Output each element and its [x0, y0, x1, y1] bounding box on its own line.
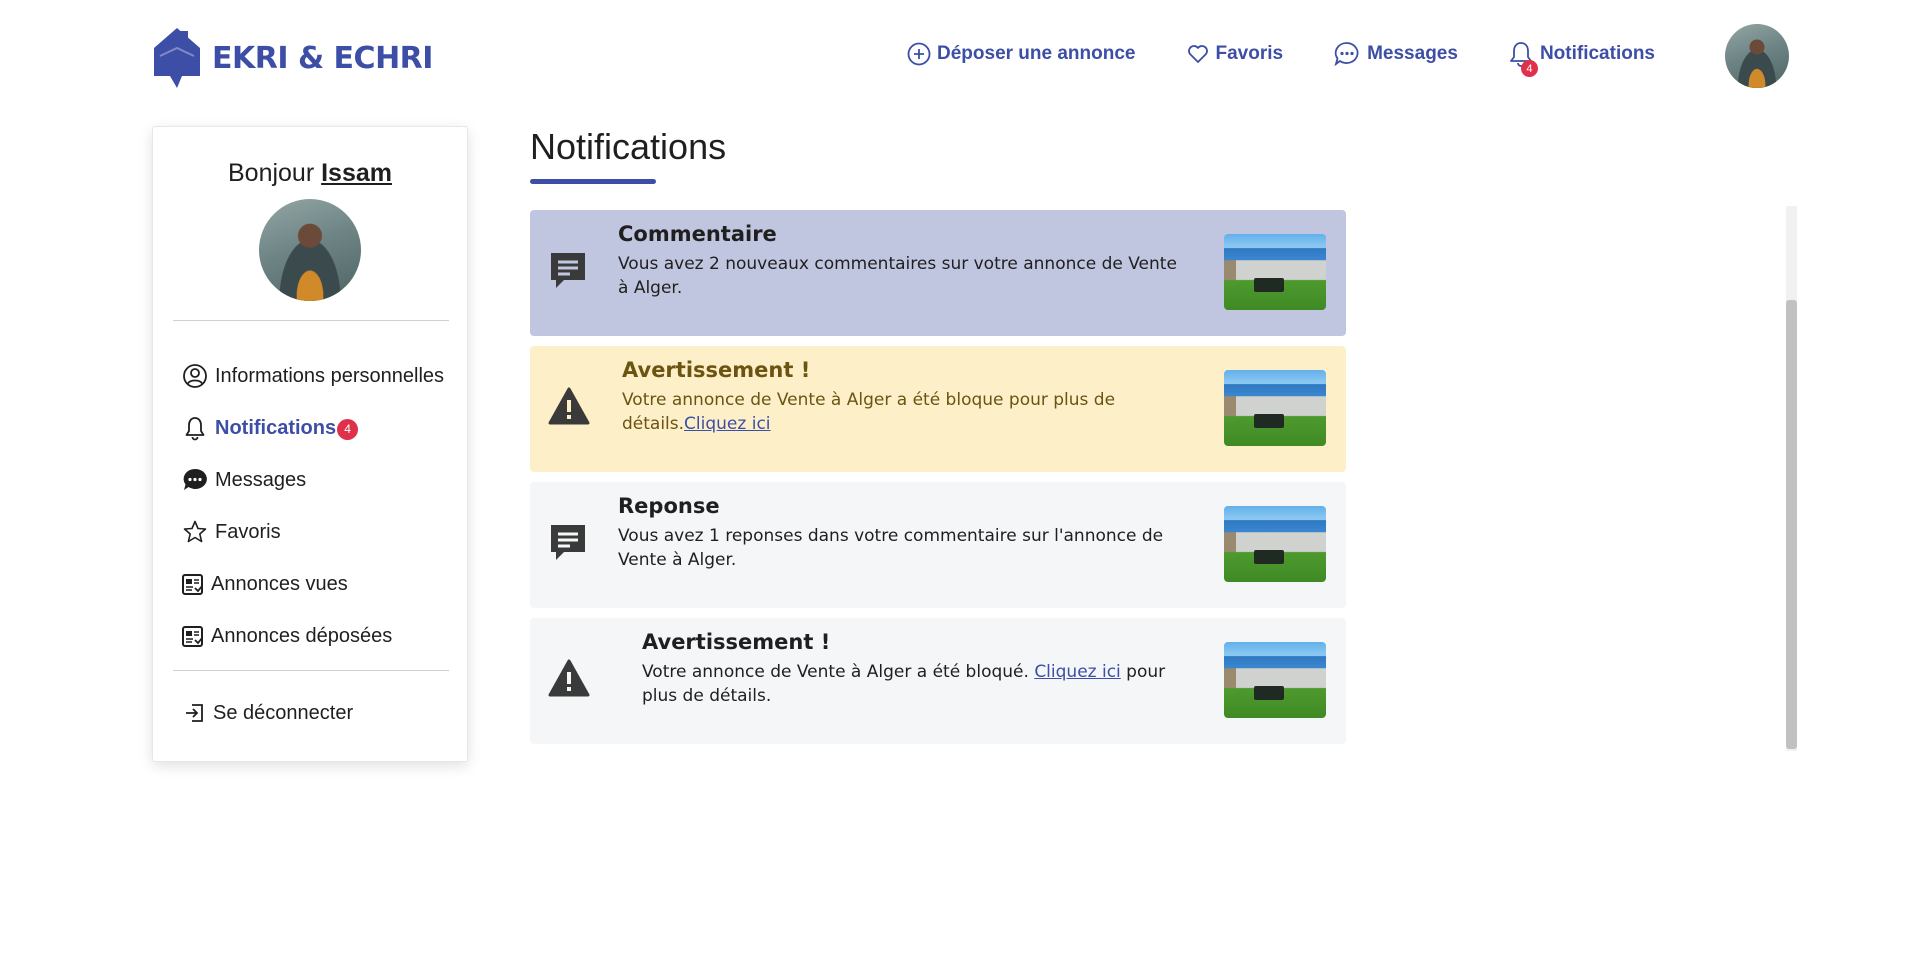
chat-bubble-icon [183, 468, 207, 490]
sidebar-item-label: Messages [215, 468, 307, 491]
notification-content: Avertissement ! Votre annonce de Vente à… [622, 358, 1182, 436]
scrollbar-thumb[interactable] [1786, 300, 1797, 749]
sidebar-item-posted-ads[interactable]: Annonces déposées [181, 610, 444, 662]
sidebar-divider [173, 670, 449, 671]
notification-card[interactable]: Commentaire Vous avez 2 nouveaux comment… [530, 210, 1346, 336]
sidebar-item-label: Notifications [215, 416, 337, 439]
notification-title: Reponse [618, 494, 720, 518]
post-ad-link[interactable]: Déposer une annonce [907, 42, 1136, 66]
notification-text: Votre annonce de Vente à Alger a été blo… [642, 660, 1202, 708]
bell-icon [185, 417, 205, 441]
greeting: Bonjour Issam [153, 159, 467, 188]
notification-card[interactable]: Reponse Vous avez 1 reponses dans votre … [530, 482, 1346, 608]
notification-content: Avertissement ! Votre annonce de Vente à… [642, 630, 1202, 708]
sidebar-item-viewed-ads[interactable]: Annonces vues [181, 558, 444, 610]
heart-icon [1187, 45, 1208, 63]
user-avatar[interactable] [1725, 24, 1789, 88]
sidebar-menu: Informations personnelles Notifications … [181, 350, 444, 662]
profile-avatar [259, 199, 361, 301]
messages-link[interactable]: Messages [1333, 40, 1458, 68]
brand-name: EKRI & ECHRI [212, 40, 433, 76]
house-logo-icon [154, 28, 200, 88]
top-header: EKRI & ECHRI Déposer une annonce Favoris… [0, 0, 1920, 115]
ad-card-icon [182, 574, 203, 595]
avatar-image [1725, 24, 1789, 88]
account-sidebar: Bonjour Issam Informations personnelles … [152, 126, 468, 762]
notification-content: Commentaire Vous avez 2 nouveaux comment… [618, 222, 1188, 300]
ad-thumbnail[interactable] [1224, 370, 1326, 446]
warning-icon [548, 387, 590, 425]
comment-icon [551, 253, 585, 288]
profile-avatar-image [259, 199, 361, 301]
sidebar-divider [173, 320, 449, 321]
brand-logo[interactable]: EKRI & ECHRI [150, 26, 433, 90]
click-here-link[interactable]: Cliquez ici [684, 414, 770, 434]
notification-content: Reponse Vous avez 1 reponses dans votre … [618, 494, 1188, 572]
ad-card-icon [182, 626, 203, 647]
notification-text: Votre annonce de Vente à Alger a été blo… [622, 388, 1182, 436]
messages-label: Messages [1367, 43, 1458, 64]
main-nav: Déposer une annonce Favoris Messages 4 N… [907, 40, 1655, 77]
notification-title: Commentaire [618, 222, 777, 246]
ad-thumbnail[interactable] [1224, 234, 1326, 310]
username-link[interactable]: Issam [321, 159, 392, 187]
notifications-count-badge: 4 [1520, 60, 1538, 77]
favorites-label: Favoris [1215, 43, 1284, 64]
notification-card[interactable]: Avertissement ! Votre annonce de Vente à… [530, 618, 1346, 744]
page-title: Notifications [530, 126, 727, 167]
notification-card[interactable]: Avertissement ! Votre annonce de Vente à… [530, 346, 1346, 472]
sidebar-item-notifications[interactable]: Notifications 4 [181, 402, 444, 454]
favorites-link[interactable]: Favoris [1186, 42, 1284, 66]
notification-text: Vous avez 2 nouveaux commentaires sur vo… [618, 254, 1177, 298]
notifications-label: Notifications [1539, 43, 1655, 64]
logout-button[interactable]: Se déconnecter [183, 701, 353, 725]
notification-text-start: Votre annonce de Vente à Alger a été blo… [642, 662, 1035, 682]
sidebar-item-personal-info[interactable]: Informations personnelles [181, 350, 444, 402]
post-ad-label: Déposer une annonce [937, 43, 1136, 64]
title-underline [530, 179, 656, 184]
sidebar-item-label: Informations personnelles [215, 364, 445, 387]
notifications-link[interactable]: 4 Notifications [1508, 40, 1655, 77]
notification-title: Avertissement ! [622, 358, 811, 382]
sidebar-item-label: Favoris [215, 520, 281, 543]
ad-thumbnail[interactable] [1224, 506, 1326, 582]
sidebar-item-label: Annonces vues [211, 572, 348, 595]
user-circle-icon [183, 364, 207, 388]
sidebar-item-label: Annonces déposées [211, 624, 393, 647]
star-icon [183, 520, 207, 543]
plus-circle-icon [907, 42, 931, 66]
click-here-link[interactable]: Cliquez ici [1034, 662, 1120, 682]
greeting-text: Bonjour [227, 159, 315, 187]
logout-icon [186, 704, 203, 722]
chat-dots-icon [1334, 42, 1359, 67]
notifications-count-badge: 4 [337, 418, 359, 440]
logout-label: Se déconnecter [213, 701, 354, 724]
notification-text: Vous avez 1 reponses dans votre commenta… [618, 526, 1164, 570]
warning-icon [548, 659, 590, 697]
ad-thumbnail[interactable] [1224, 642, 1326, 718]
sidebar-item-favorites[interactable]: Favoris [181, 506, 444, 558]
notification-title: Avertissement ! [642, 630, 831, 654]
comment-icon [551, 525, 585, 560]
sidebar-item-messages[interactable]: Messages [181, 454, 444, 506]
